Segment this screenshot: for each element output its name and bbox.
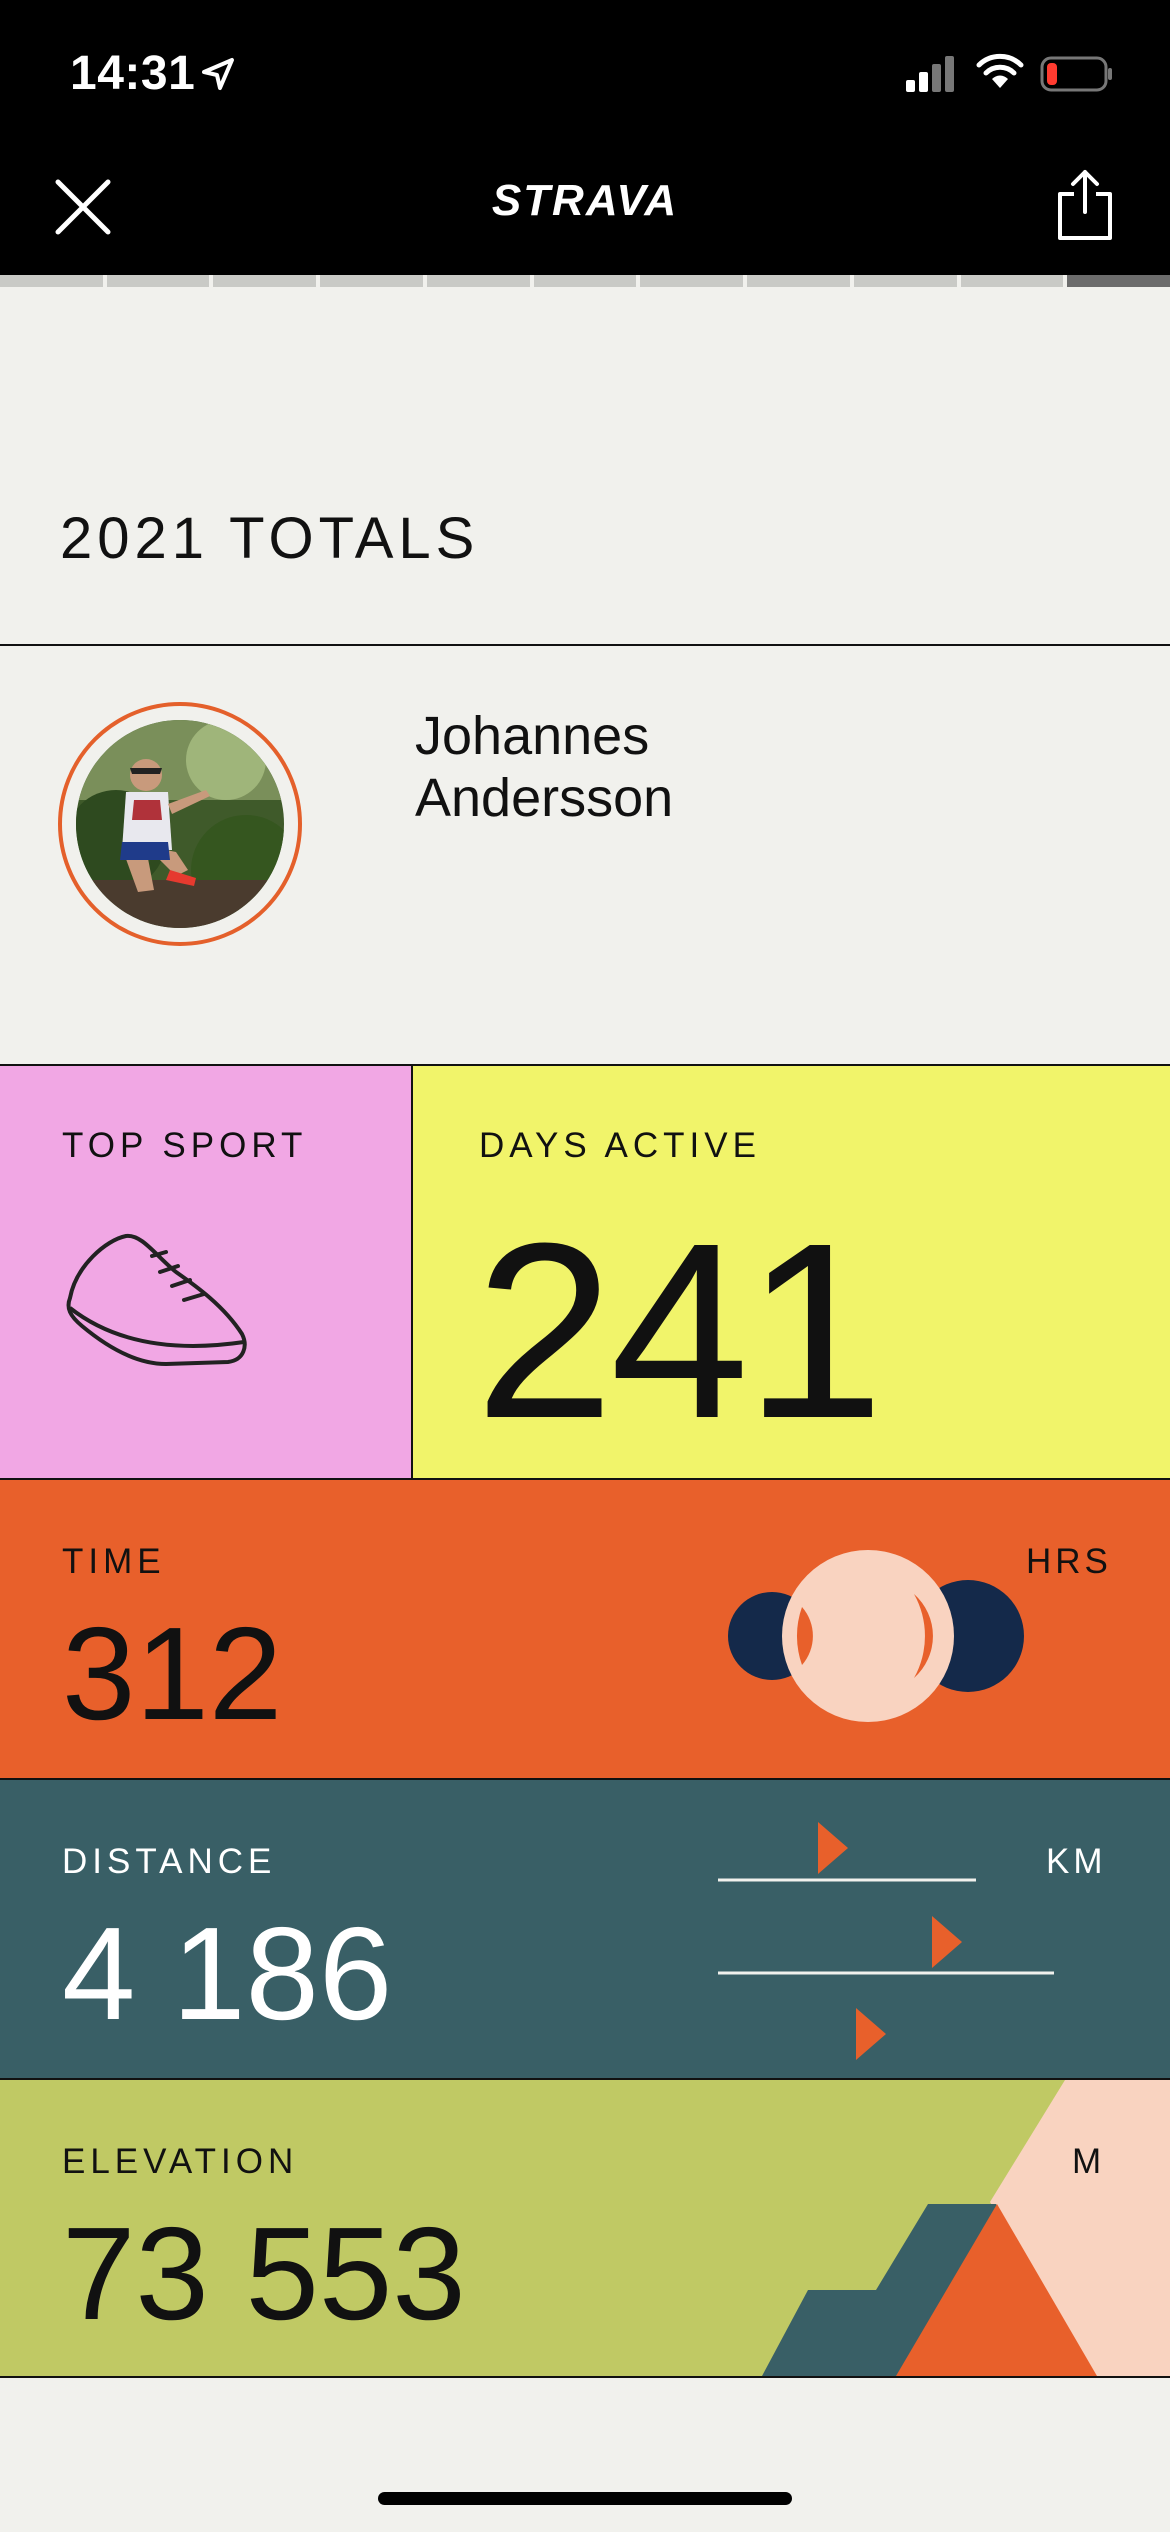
days-active-tile: DAYS ACTIVE 241 <box>413 1066 1170 1478</box>
athlete-avatar[interactable] <box>76 720 284 928</box>
status-time: 14:31 <box>70 47 196 100</box>
athlete-last-name: Andersson <box>415 768 674 828</box>
distance-tile: DISTANCE KM 4 186 <box>0 1780 1170 2078</box>
athlete-name: Johannes Andersson <box>415 705 915 829</box>
time-circles-graphic <box>728 1550 1024 1722</box>
distance-label: DISTANCE <box>62 1842 277 1881</box>
top-sport-label: TOP SPORT <box>62 1126 308 1165</box>
time-label: TIME <box>62 1542 166 1581</box>
divider <box>0 644 1170 646</box>
cellular-signal-icon <box>906 52 956 92</box>
time-value: 312 <box>62 1600 283 1747</box>
progress-segment <box>213 275 317 287</box>
progress-segment <box>0 275 103 287</box>
share-button[interactable] <box>1054 166 1116 242</box>
page-title: 2021 TOTALS <box>60 506 480 571</box>
progress-segment <box>533 275 637 287</box>
location-arrow-icon <box>202 58 234 90</box>
story-progress-bar <box>0 275 1170 287</box>
status-bar: 14:31 <box>0 0 1170 150</box>
progress-segment <box>747 275 850 287</box>
time-unit: HRS <box>1026 1542 1112 1581</box>
progress-segment <box>320 275 423 287</box>
progress-segment <box>426 275 530 287</box>
distance-value: 4 186 <box>62 1900 393 2047</box>
top-sport-tile: TOP SPORT <box>0 1066 412 1478</box>
progress-segment <box>1067 275 1170 287</box>
elevation-tile: ELEVATION M 73 553 <box>0 2080 1170 2376</box>
progress-segment <box>853 275 957 287</box>
progress-segment <box>106 275 210 287</box>
distance-track-graphic <box>718 1822 1054 2060</box>
strava-logo: STRAVA <box>491 176 679 225</box>
progress-segment <box>960 275 1064 287</box>
time-tile: TIME HRS 312 <box>0 1480 1170 1778</box>
elevation-label: ELEVATION <box>62 2142 299 2181</box>
battery-low-icon <box>1040 56 1112 92</box>
athlete-first-name: Johannes <box>415 706 650 766</box>
elevation-value: 73 553 <box>62 2200 466 2347</box>
elevation-unit: M <box>1072 2142 1106 2181</box>
home-indicator[interactable] <box>378 2492 792 2505</box>
progress-segment <box>640 275 744 287</box>
days-active-value: 241 <box>475 1191 884 1470</box>
divider <box>0 2376 1170 2378</box>
days-active-label: DAYS ACTIVE <box>479 1126 761 1165</box>
wifi-icon <box>976 53 1024 88</box>
running-shoe-icon <box>66 1233 247 1366</box>
